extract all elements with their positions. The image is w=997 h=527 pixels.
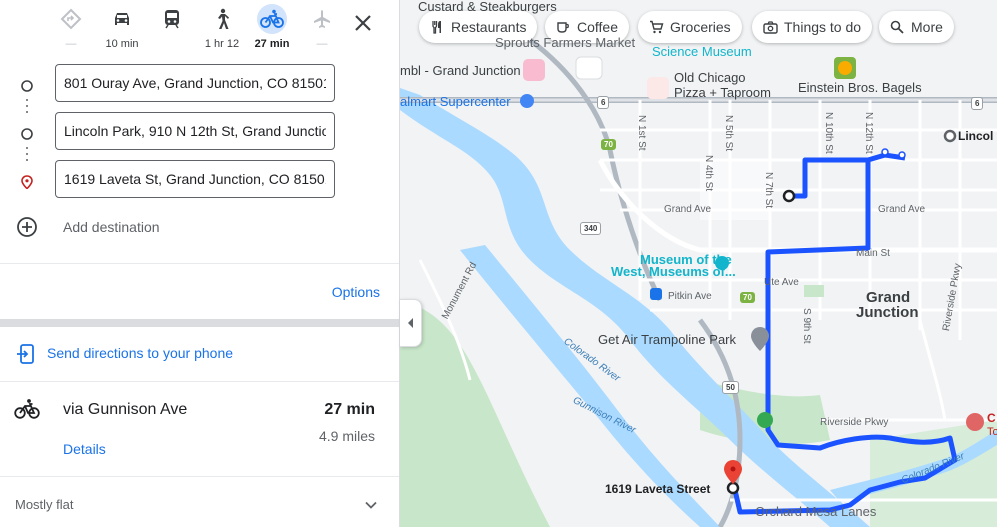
elevation-summary-row[interactable]: Mostly flat — [0, 485, 399, 525]
route-via-label: via Gunnison Ave — [63, 401, 188, 418]
add-circle-icon — [17, 217, 37, 237]
map-label-pitkin: Pitkin Ave — [668, 291, 712, 302]
origin-circle-icon — [21, 80, 33, 92]
waypoint-input[interactable] — [55, 112, 335, 150]
chevron-left-icon — [407, 318, 413, 328]
map-label-n12th: N 12th St — [863, 112, 874, 154]
walking-icon — [207, 4, 237, 34]
directions-panel: — 10 min 1 hr 12 27 min — 801 Ouray Ave,… — [0, 0, 400, 527]
collapse-panel-button[interactable] — [400, 299, 422, 347]
camera-icon — [762, 19, 778, 35]
mode-flights[interactable]: — — [292, 4, 352, 52]
search-icon — [889, 19, 905, 35]
details-link[interactable]: Details — [63, 441, 106, 457]
travel-mode-bar: — 10 min 1 hr 12 27 min — — [0, 0, 399, 60]
stop-row-waypoint — [0, 112, 399, 156]
map-label-main-st: Main St — [856, 248, 890, 259]
route-duration: 27 min — [324, 401, 375, 418]
stop-row-origin — [0, 64, 399, 108]
map-label-trampoline: Get Air Trampoline Park — [598, 332, 736, 347]
coffee-icon — [555, 19, 571, 35]
chip-label: Things to do — [784, 19, 862, 35]
destination-marker — [726, 481, 740, 495]
divider — [0, 263, 399, 264]
map-label-grand-ave-east: Grand Ave — [878, 204, 926, 215]
chip-things-to-do[interactable]: Things to do — [752, 11, 873, 43]
chip-label: Restaurants — [451, 19, 527, 35]
map-label-custard: Custard & Steakburgers — [418, 0, 557, 14]
map-label-ute: Ute Ave — [764, 277, 799, 288]
waypoint-circle-icon — [21, 128, 33, 140]
bicycle-icon — [257, 4, 287, 34]
options-button[interactable]: Options — [332, 284, 380, 300]
diamond-directions-icon — [56, 4, 86, 34]
map-label-to-right: To — [987, 426, 997, 438]
airplane-icon — [307, 4, 337, 34]
stop-row-destination — [0, 160, 399, 204]
chip-label: Groceries — [670, 19, 731, 35]
map-label-old-chicago-2: Pizza + Taproom — [674, 85, 771, 100]
cart-icon — [648, 19, 664, 35]
map-label-laveta-street: 1619 Laveta Street — [605, 482, 711, 496]
route-option-card[interactable]: via Gunnison Ave 27 min 4.9 miles Detail… — [0, 382, 399, 476]
close-directions-button[interactable] — [351, 11, 375, 35]
destination-pin-icon — [21, 175, 33, 189]
mode-flights-label: — — [316, 38, 328, 50]
map-label-mbl: mbl - Grand Junction — [400, 63, 521, 78]
map-label-n4th: N 4th St — [703, 155, 714, 192]
map-label-n1st: N 1st St — [636, 115, 647, 151]
route70-shield: 70 — [740, 292, 755, 303]
us6-shield: 6 — [597, 96, 610, 109]
map-label-s9th: S 9th St — [801, 308, 812, 344]
train-icon — [157, 4, 187, 34]
route70-shield: 70 — [601, 139, 616, 150]
car-icon — [107, 4, 137, 34]
chip-more[interactable]: More — [879, 11, 954, 43]
map-label-walmart: almart Supercenter — [400, 94, 511, 109]
route-distance: 4.9 miles — [318, 428, 375, 444]
divider — [0, 476, 399, 477]
map-label-orchard-mesa: Orchard Mesa Lanes — [755, 504, 877, 519]
map-label-grand-ave-west: Grand Ave — [664, 204, 712, 215]
map-label-riverside-pkwy: Riverside Pkwy — [820, 417, 889, 428]
map-label-old-chicago: Old Chicago — [674, 70, 746, 85]
send-directions-button[interactable]: Send directions to your phone — [0, 335, 399, 373]
add-destination-button[interactable]: Add destination — [0, 210, 399, 244]
map-label-n10th: N 10th St — [823, 112, 834, 154]
send-directions-label: Send directions to your phone — [47, 345, 234, 361]
utensils-icon — [429, 19, 445, 35]
map-label-lincoln-park: Lincol — [958, 129, 994, 143]
route340-shield: 340 — [580, 222, 602, 235]
chip-groceries[interactable]: Groceries — [638, 11, 742, 43]
map-label-junction: Junction — [856, 304, 919, 321]
us50-shield: 50 — [722, 381, 739, 394]
map-label-museum-2: West, Museums of... — [611, 264, 736, 279]
map-label-c-right: C — [987, 411, 996, 425]
origin-marker — [782, 189, 796, 203]
map-label-n7th: N 7th St — [763, 172, 774, 209]
close-icon — [355, 15, 371, 31]
terrain-label: Mostly flat — [15, 497, 74, 512]
chevron-down-icon — [365, 501, 377, 509]
map-label-n5th: N 5th St — [723, 115, 734, 152]
section-divider — [0, 319, 399, 327]
map-canvas[interactable]: Restaurants Coffee Groceries Things to d… — [400, 0, 997, 527]
destination-input[interactable] — [55, 160, 335, 198]
add-destination-label: Add destination — [63, 219, 160, 235]
map-label-sprouts: Sprouts Farmers Market — [495, 35, 636, 50]
map-label-science-museum: Science Museum — [652, 44, 752, 59]
lincoln-park-marker — [943, 129, 957, 143]
us6-shield: 6 — [971, 97, 984, 110]
chip-label: More — [911, 19, 943, 35]
bicycle-icon — [14, 399, 40, 419]
origin-input[interactable] — [55, 64, 335, 102]
chip-label: Coffee — [577, 19, 618, 35]
map-label-einstein: Einstein Bros. Bagels — [798, 80, 922, 95]
send-to-phone-icon — [17, 344, 34, 364]
